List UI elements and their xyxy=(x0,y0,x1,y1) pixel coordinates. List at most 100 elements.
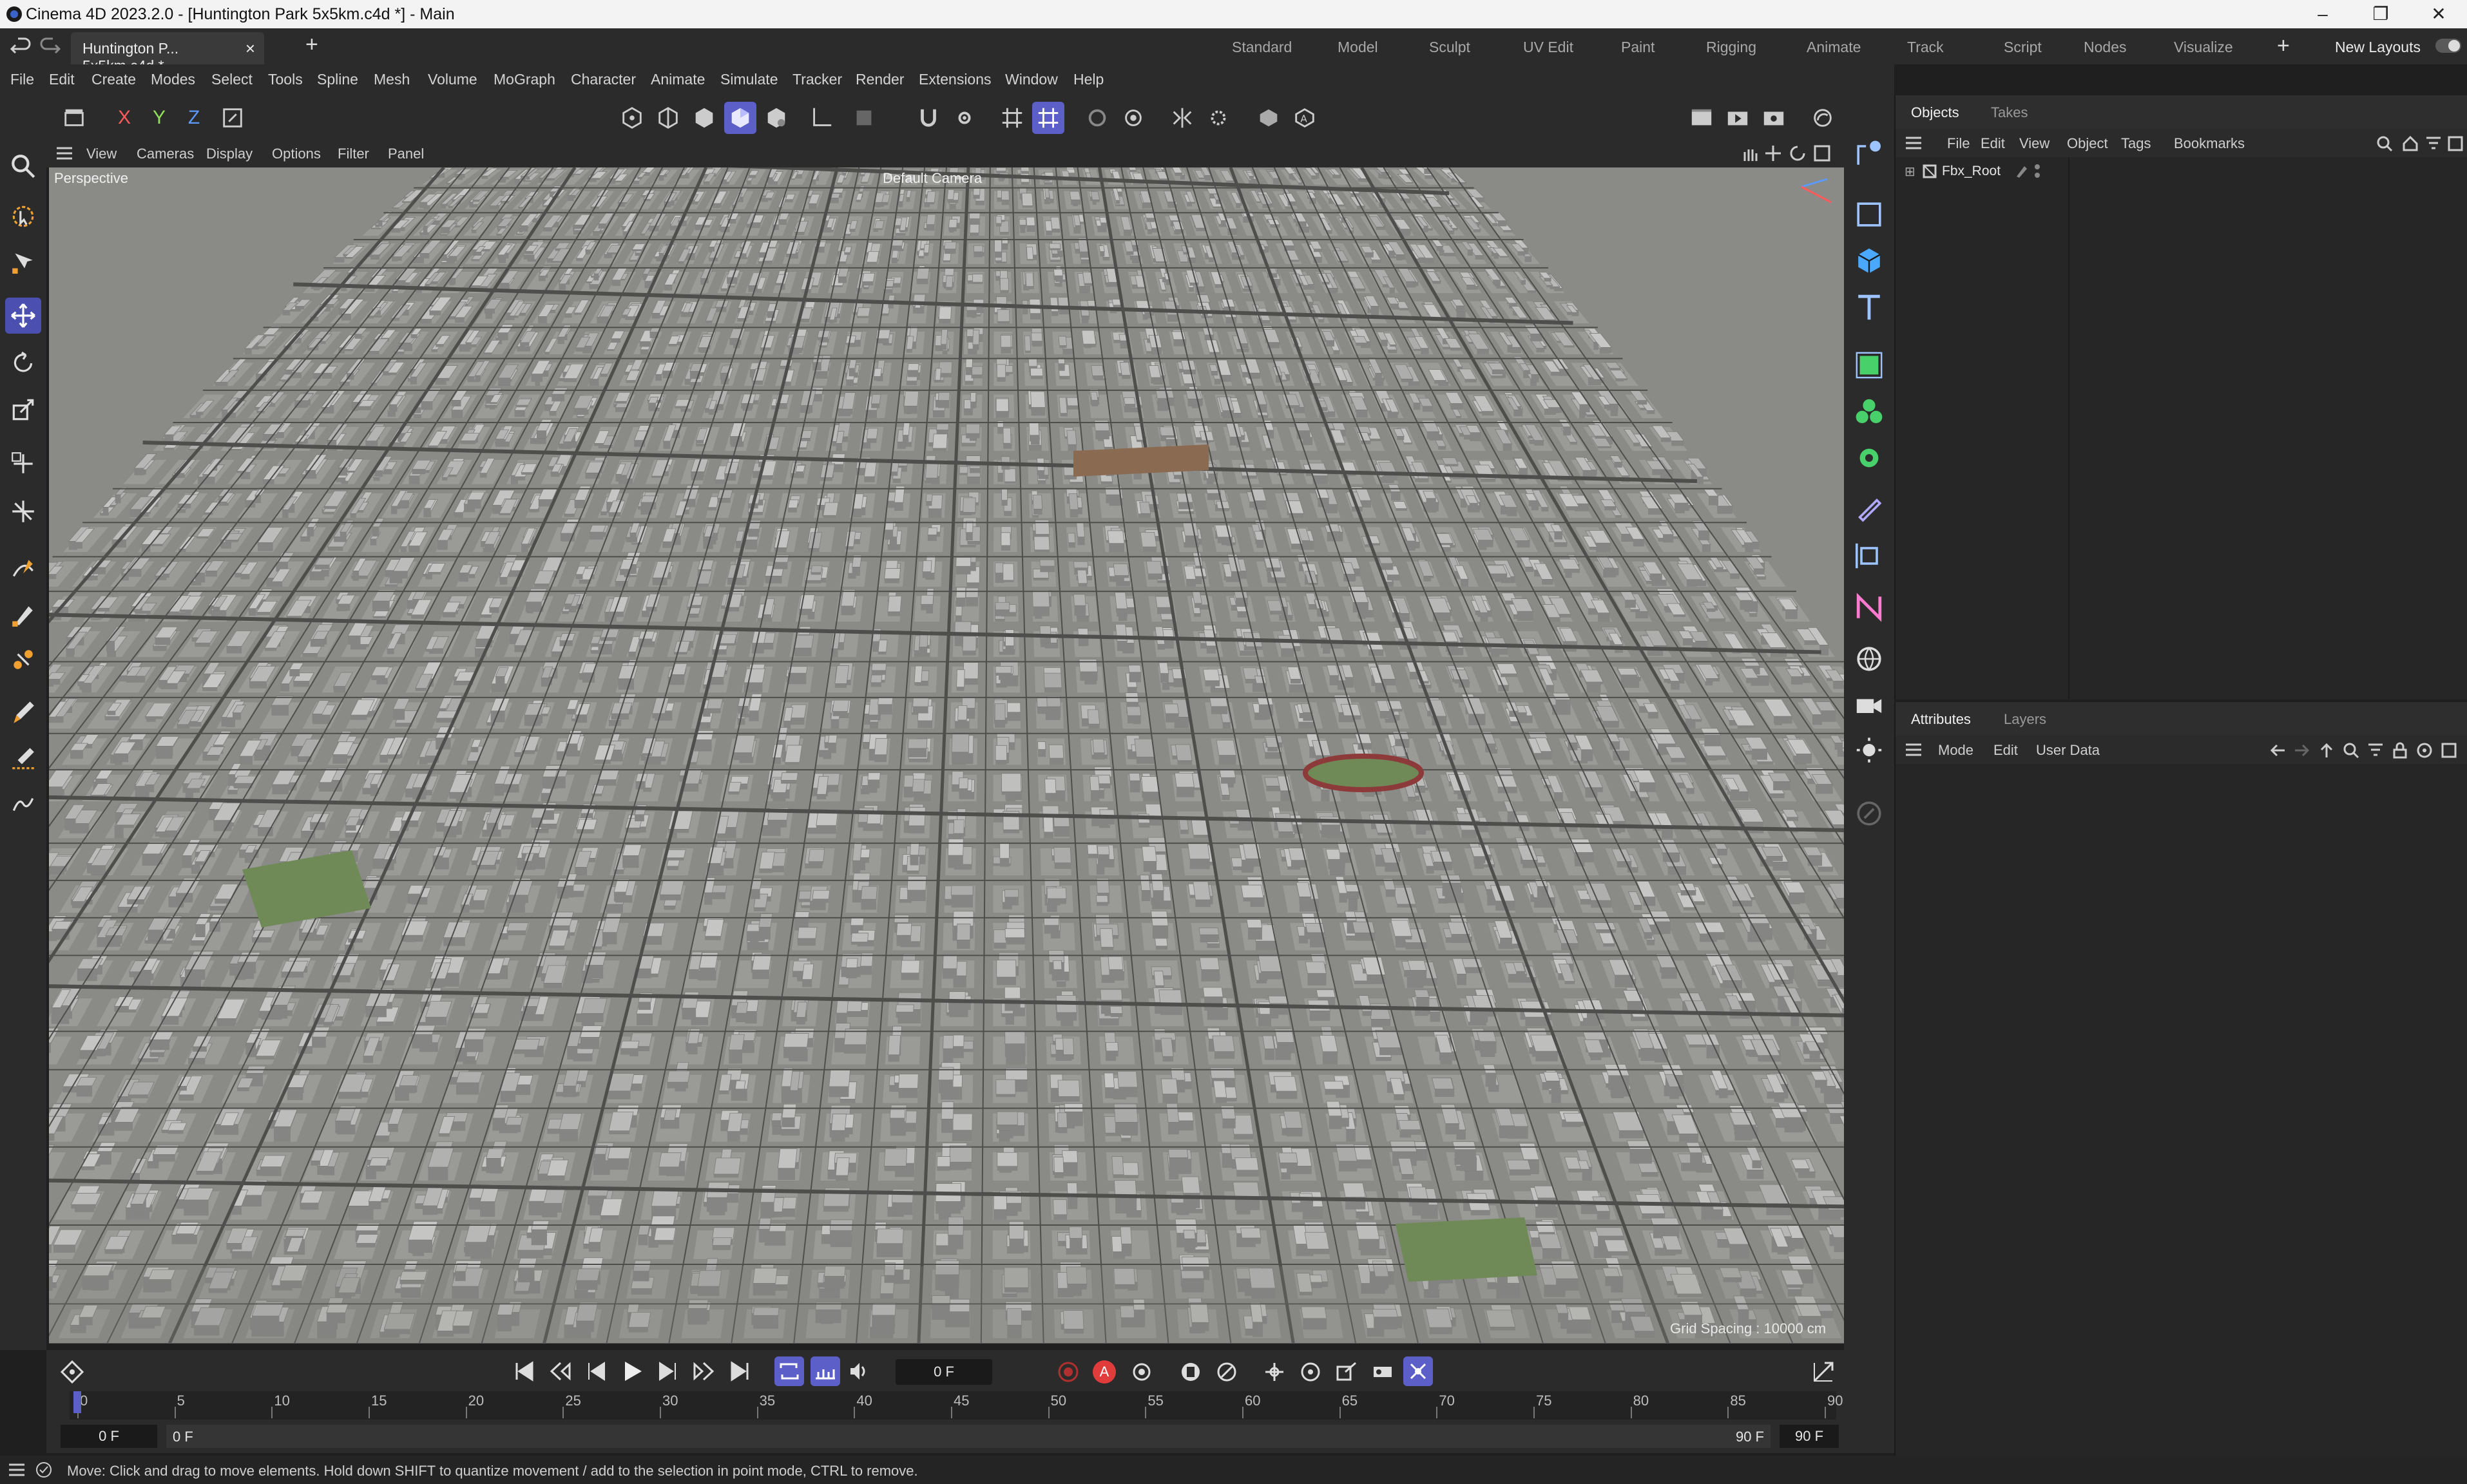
hamburger-icon[interactable] xyxy=(55,146,73,161)
workplane-snap-icon[interactable] xyxy=(1032,102,1064,134)
menu-tracker[interactable]: Tracker xyxy=(792,71,842,88)
polygons-mode-icon[interactable] xyxy=(688,102,720,134)
render-view-icon[interactable] xyxy=(1685,102,1718,134)
building-side xyxy=(1541,507,1549,512)
render-region-icon[interactable] xyxy=(1081,102,1113,134)
knife-tool-icon[interactable] xyxy=(5,741,41,777)
layout-sculpt[interactable]: Sculpt xyxy=(1429,39,1470,56)
viewport-menu-panel[interactable]: Panel xyxy=(388,146,424,162)
layout-toggle[interactable] xyxy=(2435,39,2461,53)
viewport-menu-view[interactable]: View xyxy=(86,146,117,162)
menu-character[interactable]: Character xyxy=(571,71,636,88)
menu-window[interactable]: Window xyxy=(1005,71,1058,88)
undo-icon[interactable] xyxy=(9,36,31,58)
new-tab-button[interactable]: + xyxy=(305,32,318,57)
document-tab[interactable]: Huntington P... 5x5km.c4d * × xyxy=(71,32,264,74)
symmetry-settings-icon[interactable] xyxy=(1202,102,1234,134)
layout-model[interactable]: Model xyxy=(1338,39,1378,56)
add-layout-button[interactable]: + xyxy=(2277,33,2290,59)
render-to-picture-viewer-icon[interactable] xyxy=(1722,102,1754,134)
scale-tool-icon[interactable] xyxy=(5,392,41,428)
selection-tool-icon[interactable] xyxy=(5,198,41,234)
auto-key-icon[interactable]: A xyxy=(1289,102,1321,134)
close-button[interactable]: ✕ xyxy=(2410,1,2467,27)
sketch-tool-icon[interactable] xyxy=(5,786,41,822)
building-side xyxy=(100,513,109,516)
search-icon[interactable] xyxy=(5,148,41,184)
layout-standard[interactable]: Standard xyxy=(1232,39,1292,56)
pan-view-icon[interactable] xyxy=(1740,144,1758,162)
viewport-menu-display[interactable]: Display xyxy=(206,146,253,162)
snap-settings-icon[interactable] xyxy=(948,102,981,134)
viewport-menu-filter[interactable]: Filter xyxy=(338,146,369,162)
transfer-tool-icon[interactable] xyxy=(5,446,41,482)
render-settings-icon[interactable] xyxy=(1117,102,1149,134)
grid-snap-icon[interactable] xyxy=(996,102,1028,134)
transform-tool-icon[interactable] xyxy=(5,493,41,529)
building-side xyxy=(514,476,526,480)
menu-simulate[interactable]: Simulate xyxy=(720,71,778,88)
building-side xyxy=(1390,303,1399,309)
new-layouts-button[interactable]: New Layouts xyxy=(2335,39,2421,56)
y-axis-toggle[interactable]: Y xyxy=(143,102,175,134)
layout-uv-edit[interactable]: UV Edit xyxy=(1523,39,1573,56)
building-side xyxy=(357,510,363,513)
maximize-view-icon[interactable] xyxy=(1813,144,1831,162)
texture-mode-icon[interactable] xyxy=(760,102,792,134)
viewport-menu-options[interactable]: Options xyxy=(272,146,321,162)
clapper-icon[interactable] xyxy=(58,102,90,134)
menu-extensions[interactable]: Extensions xyxy=(919,71,992,88)
building-side xyxy=(196,412,204,415)
building-side xyxy=(774,547,787,551)
rotate-view-icon[interactable] xyxy=(1789,144,1807,162)
snap-tool-icon[interactable] xyxy=(5,243,41,280)
menu-mograph[interactable]: MoGraph xyxy=(494,71,555,88)
menu-modes[interactable]: Modes xyxy=(151,71,195,88)
minimize-button[interactable]: – xyxy=(2294,1,2352,27)
layout-script[interactable]: Script xyxy=(2004,39,2042,56)
menu-render[interactable]: Render xyxy=(856,71,904,88)
menu-mesh[interactable]: Mesh xyxy=(374,71,410,88)
layout-track[interactable]: Track xyxy=(1907,39,1944,56)
3d-viewport[interactable]: Perspective Default Camera Grid Spacing … xyxy=(49,167,1844,1344)
building-side xyxy=(1730,573,1740,579)
layout-animate[interactable]: Animate xyxy=(1807,39,1861,56)
edges-mode-icon[interactable] xyxy=(652,102,684,134)
spline-draw-icon[interactable] xyxy=(5,596,41,633)
axis-mode-icon[interactable] xyxy=(805,102,838,134)
points-mode-icon[interactable] xyxy=(616,102,648,134)
redshift-icon[interactable] xyxy=(1807,102,1839,134)
menu-spline[interactable]: Spline xyxy=(317,71,358,88)
menu-select[interactable]: Select xyxy=(211,71,253,88)
document-tab-close[interactable]: × xyxy=(245,39,255,59)
menu-help[interactable]: Help xyxy=(1073,71,1104,88)
layout-visualize[interactable]: Visualize xyxy=(2174,39,2233,56)
spline-tools-icon[interactable] xyxy=(5,642,41,678)
menu-volume[interactable]: Volume xyxy=(428,71,477,88)
model-mode-icon[interactable] xyxy=(724,102,756,134)
menu-edit[interactable]: Edit xyxy=(49,71,75,88)
solo-mode-icon[interactable] xyxy=(848,102,880,134)
viewport-menu-cameras[interactable]: Cameras xyxy=(137,146,194,162)
redo-icon[interactable] xyxy=(40,36,62,58)
spline-pen-icon[interactable] xyxy=(5,551,41,587)
brush-tool-icon[interactable] xyxy=(5,694,41,730)
x-axis-toggle[interactable]: X xyxy=(108,102,140,134)
magnet-icon[interactable] xyxy=(912,102,945,134)
z-axis-toggle[interactable]: Z xyxy=(178,102,210,134)
menu-animate[interactable]: Animate xyxy=(651,71,705,88)
menu-file[interactable]: File xyxy=(10,71,34,88)
symmetry-icon[interactable] xyxy=(1166,102,1198,134)
maximize-button[interactable]: ❐ xyxy=(2352,1,2410,27)
menu-tools[interactable]: Tools xyxy=(268,71,303,88)
layout-rigging[interactable]: Rigging xyxy=(1706,39,1756,56)
layout-nodes[interactable]: Nodes xyxy=(2084,39,2126,56)
layout-paint[interactable]: Paint xyxy=(1621,39,1655,56)
move-tool-icon[interactable] xyxy=(5,298,41,334)
rotate-tool-icon[interactable] xyxy=(5,345,41,381)
menu-create[interactable]: Create xyxy=(91,71,136,88)
coordinate-system-icon[interactable] xyxy=(216,102,249,134)
move-view-icon[interactable] xyxy=(1764,144,1782,162)
hide-selection-icon[interactable] xyxy=(1253,102,1285,134)
render-settings-clapper-icon[interactable] xyxy=(1758,102,1790,134)
